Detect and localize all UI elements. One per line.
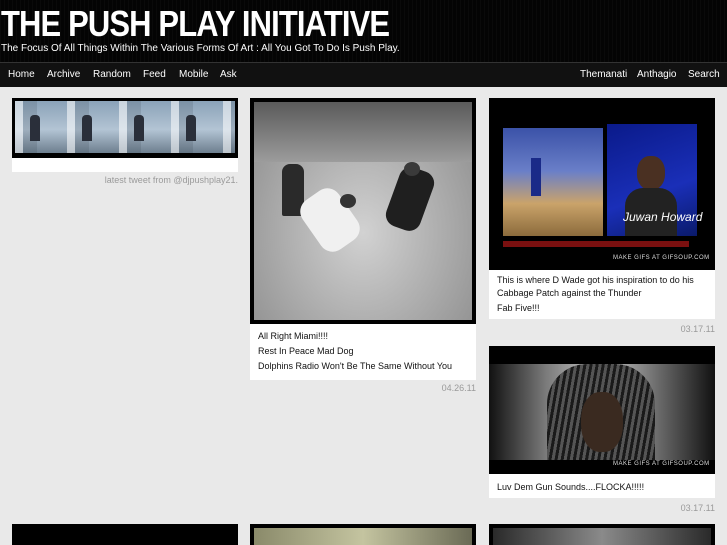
nav-bar: Home Archive Random Feed Mobile Ask Them… [0,62,727,87]
juwan-post: Juwan Howard MAKE GIFS AT GIFSOUP.COM Th… [489,98,715,319]
nav-themanati-link[interactable]: Themanati [580,69,627,80]
juwan-name-overlay: Juwan Howard [623,210,703,224]
miami-football-photo[interactable] [254,102,472,320]
twitter-caption[interactable]: latest tweet from @djpushplay21. [12,175,238,185]
next-post-frame-3[interactable] [489,524,715,545]
site-title[interactable]: THE PUSH PLAY INITIATIVE [1,2,390,46]
site-header: THE PUSH PLAY INITIATIVE The Focus Of Al… [0,0,727,62]
flocka-post: MAKE GIFS AT GIFSOUP.COM Luv Dem Gun Sou… [489,346,715,498]
next-post-frame-2[interactable] [250,524,476,545]
nav-anthagio-link[interactable]: Anthagio [637,69,676,80]
nav-home-link[interactable]: Home [8,69,35,80]
miami-post: All Right Miami!!!! Rest In Peace Mad Do… [250,98,476,380]
nav-feed-link[interactable]: Feed [143,69,166,80]
twitter-post [12,98,238,172]
juwan-caption-line-3: Fab Five!!! [497,303,540,313]
miami-caption-line-2: Rest In Peace Mad Dog [258,346,354,356]
juwan-post-date[interactable]: 03.17.11 [489,324,715,334]
juwan-caption-line-2: Cabbage Patch against the Thunder [497,288,642,298]
miami-caption-line-3: Dolphins Radio Won't Be The Same Without… [258,361,453,371]
flocka-caption-line-1: Luv Dem Gun Sounds....FLOCKA!!!!! [497,482,645,492]
nav-mobile-link[interactable]: Mobile [179,69,208,80]
nav-ask-link[interactable]: Ask [220,69,237,80]
juwan-watermark: MAKE GIFS AT GIFSOUP.COM [613,255,710,261]
juwan-gif-frame: Juwan Howard MAKE GIFS AT GIFSOUP.COM [489,98,715,270]
site-tagline: The Focus Of All Things Within The Vario… [1,43,400,54]
nav-archive-link[interactable]: Archive [47,69,80,80]
juwan-gif-image[interactable]: Juwan Howard MAKE GIFS AT GIFSOUP.COM [489,98,715,270]
nav-search-link[interactable]: Search [688,69,720,80]
nav-random-link[interactable]: Random [93,69,131,80]
twitter-banner-frame [12,98,238,158]
miami-photo-frame [250,98,476,324]
flocka-watermark: MAKE GIFS AT GIFSOUP.COM [613,461,710,467]
miami-caption-line-1: All Right Miami!!!! [258,331,329,341]
juwan-caption-line-1: This is where D Wade got his inspiration… [497,275,694,285]
flocka-gif-image[interactable]: MAKE GIFS AT GIFSOUP.COM [489,346,715,474]
twitter-banner-image[interactable] [15,101,235,153]
flocka-gif-frame: MAKE GIFS AT GIFSOUP.COM [489,346,715,474]
flocka-post-date[interactable]: 03.17.11 [489,503,715,513]
miami-post-date[interactable]: 04.26.11 [250,383,476,393]
next-post-frame-1[interactable] [12,524,238,545]
